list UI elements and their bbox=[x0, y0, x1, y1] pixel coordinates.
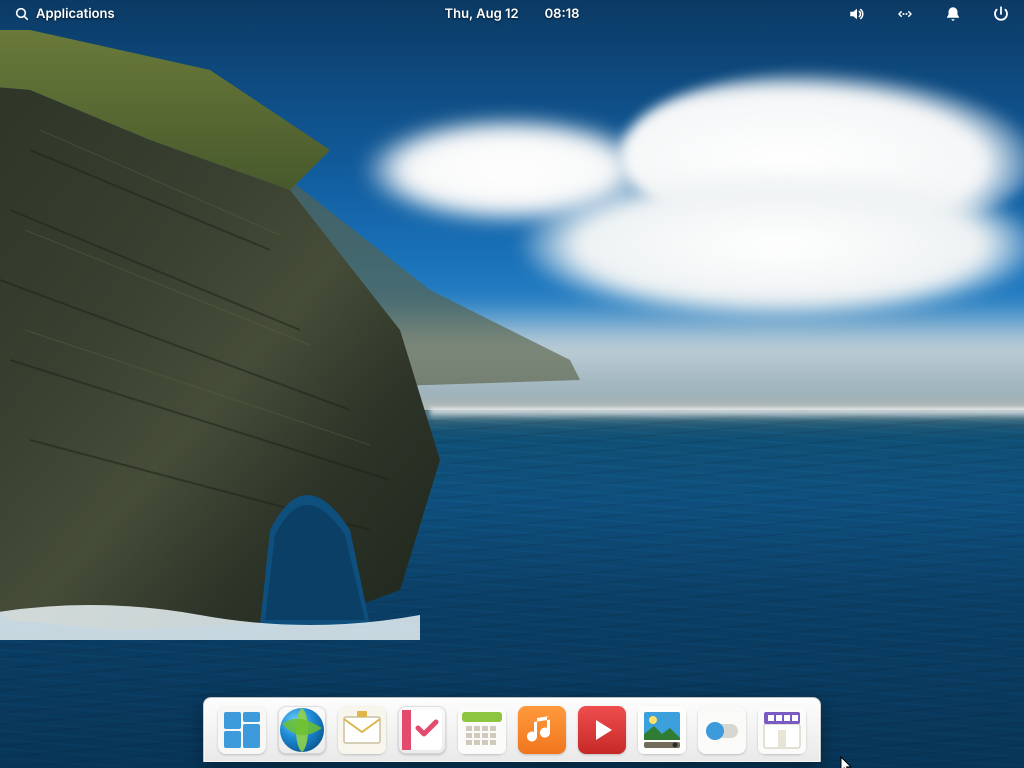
dock-app-settings[interactable] bbox=[698, 706, 746, 754]
panel-date[interactable]: Thu, Aug 12 bbox=[441, 6, 523, 22]
top-panel: Applications Thu, Aug 12 08:18 bbox=[0, 0, 1024, 28]
power-icon bbox=[992, 5, 1010, 23]
dock bbox=[203, 697, 821, 762]
wallpaper-surf bbox=[430, 408, 1024, 420]
wallpaper-cloud bbox=[360, 115, 660, 225]
dock-app-music[interactable] bbox=[518, 706, 566, 754]
panel-time[interactable]: 08:18 bbox=[541, 6, 584, 22]
applications-menu[interactable]: Applications bbox=[10, 0, 119, 28]
notifications-indicator[interactable] bbox=[940, 5, 966, 23]
wallpaper-cloud-band bbox=[200, 300, 1024, 420]
dock-app-videos[interactable] bbox=[578, 706, 626, 754]
dock-app-web[interactable] bbox=[278, 706, 326, 754]
bell-icon bbox=[944, 5, 962, 23]
network-indicator[interactable] bbox=[892, 5, 918, 23]
dock-app-photos[interactable] bbox=[638, 706, 686, 754]
dock-app-tasks[interactable] bbox=[398, 706, 446, 754]
dock-app-calendar[interactable] bbox=[458, 706, 506, 754]
dock-app-multitasking[interactable] bbox=[218, 706, 266, 754]
sound-indicator[interactable] bbox=[844, 5, 870, 23]
applications-label: Applications bbox=[36, 6, 115, 22]
dock-app-appcenter[interactable] bbox=[758, 706, 806, 754]
dock-app-mail[interactable] bbox=[338, 706, 386, 754]
cursor-icon bbox=[840, 756, 854, 768]
session-indicator[interactable] bbox=[988, 5, 1014, 23]
volume-icon bbox=[848, 5, 866, 23]
search-icon bbox=[14, 6, 30, 22]
network-icon bbox=[896, 5, 914, 23]
